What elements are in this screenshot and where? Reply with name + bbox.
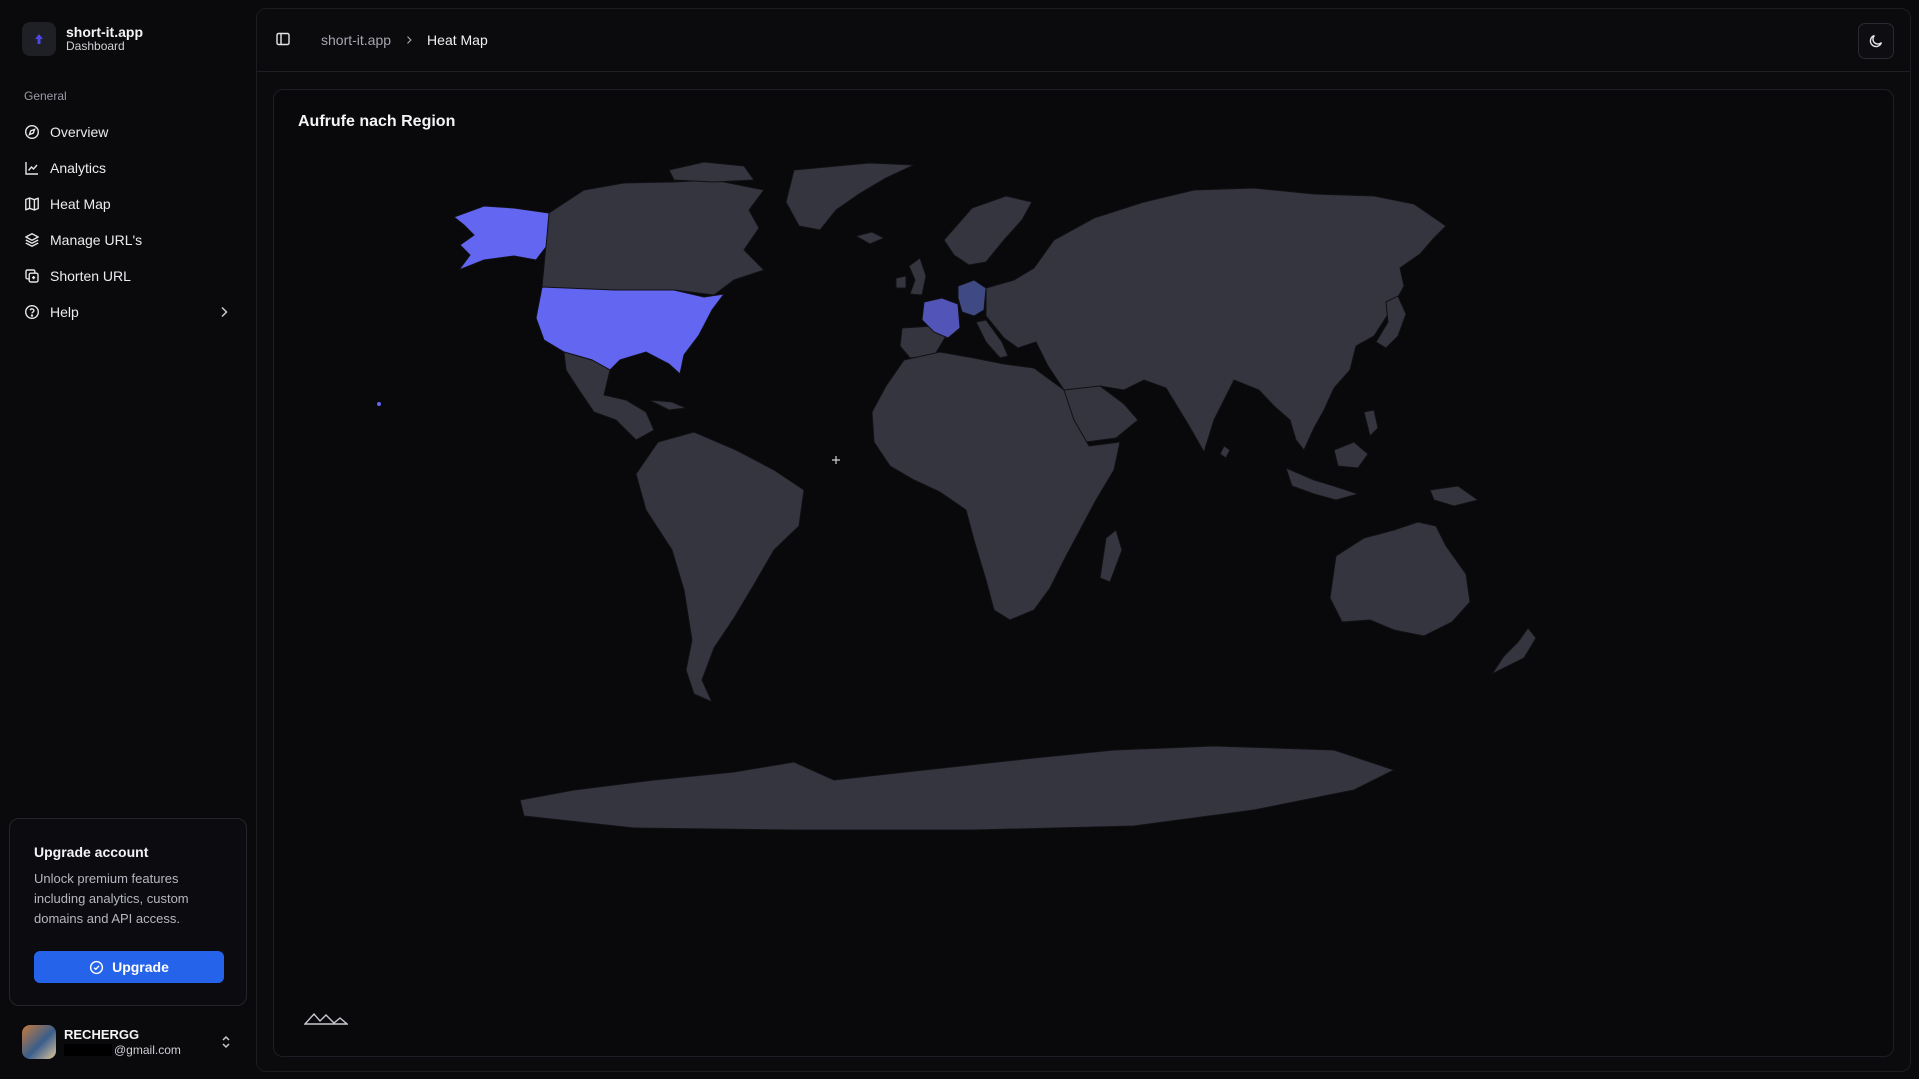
breadcrumb: short-it.app Heat Map — [321, 32, 488, 48]
sidebar-item-manage-urls[interactable]: Manage URL's — [16, 222, 240, 258]
region-madagascar — [1099, 529, 1123, 583]
arrow-up-icon — [22, 22, 56, 56]
email-redaction — [64, 1043, 112, 1056]
main-panel: short-it.app Heat Map Aufrufe nach Regio… — [256, 8, 1911, 1072]
region-hawaii — [377, 402, 381, 406]
sidebar-item-label: Shorten URL — [50, 268, 131, 284]
region-united-states — [535, 286, 726, 375]
sidebar-item-label: Heat Map — [50, 196, 111, 212]
heatmap-card: Aufrufe nach Region — [273, 89, 1894, 1057]
region-iceland — [854, 231, 886, 245]
sidebar-item-help[interactable]: Help — [16, 294, 240, 330]
region-canada — [541, 179, 765, 296]
region-philippines — [1363, 409, 1379, 437]
region-cuba — [648, 399, 688, 411]
nav-section-label: General — [24, 89, 67, 103]
sidebar-item-overview[interactable]: Overview — [16, 114, 240, 150]
sidebar-nav: Overview Analytics Heat Map Manage URL's… — [16, 114, 240, 330]
line-chart-icon — [25, 162, 38, 175]
breadcrumb-current: Heat Map — [427, 32, 488, 48]
region-indonesia — [1285, 467, 1360, 501]
copy-icon — [25, 269, 39, 283]
sidebar-item-label: Help — [50, 304, 79, 320]
layers-icon — [25, 233, 39, 247]
sidebar-item-shorten-url[interactable]: Shorten URL — [16, 258, 240, 294]
upgrade-button-label: Upgrade — [112, 959, 169, 975]
moon-icon — [1869, 34, 1883, 48]
region-south-america — [635, 431, 805, 703]
compass-icon — [24, 124, 40, 140]
region-arctic-islands — [668, 161, 755, 183]
chevrons-up-down-icon — [222, 1035, 230, 1049]
sidebar-item-label: Analytics — [50, 160, 107, 176]
crosshair-icon — [832, 456, 840, 464]
region-sri-lanka — [1219, 445, 1231, 459]
upgrade-description: Unlock premium features including analyt… — [34, 871, 189, 926]
region-germany — [957, 279, 987, 317]
region-greenland — [785, 162, 915, 231]
user-email: @gmail.com — [64, 1043, 181, 1057]
check-circle-icon — [89, 960, 104, 974]
user-email-suffix: @gmail.com — [114, 1042, 181, 1057]
chart-logo-icon — [304, 1012, 348, 1025]
sidebar: short-it.app Dashboard General Overview … — [0, 0, 256, 1079]
breadcrumb-root[interactable]: short-it.app — [321, 32, 391, 48]
avatar — [22, 1025, 56, 1059]
theme-toggle-button[interactable] — [1858, 23, 1894, 59]
upgrade-title: Upgrade account — [34, 844, 149, 860]
region-scandinavia — [943, 195, 1033, 266]
region-new-guinea — [1429, 485, 1480, 507]
brand-name: short-it.app — [66, 24, 143, 41]
panel-left-icon — [276, 32, 290, 46]
sidebar-item-label: Manage URL's — [50, 232, 143, 248]
region-ireland — [895, 275, 907, 289]
sidebar-item-heat-map[interactable]: Heat Map — [16, 186, 240, 222]
help-circle-icon — [24, 304, 40, 320]
region-antarctica — [519, 745, 1396, 831]
brand[interactable]: short-it.app Dashboard — [22, 22, 143, 56]
region-borneo — [1333, 441, 1369, 469]
user-name: RECHERGG — [64, 1027, 140, 1042]
sidebar-item-label: Overview — [50, 124, 109, 140]
region-alaska — [452, 205, 550, 272]
world-map[interactable] — [274, 90, 1894, 1057]
brand-subtitle: Dashboard — [66, 39, 125, 54]
chevron-right-icon — [221, 306, 228, 318]
upgrade-card: Upgrade account Unlock premium features … — [9, 818, 247, 1006]
sidebar-toggle-button[interactable] — [275, 31, 291, 52]
region-australia — [1329, 521, 1471, 637]
region-united-kingdom — [908, 257, 927, 296]
map-icon — [25, 197, 39, 211]
user-menu[interactable]: RECHERGG @gmail.com — [22, 1023, 234, 1061]
sidebar-item-analytics[interactable]: Analytics — [16, 150, 240, 186]
top-bar: short-it.app Heat Map — [257, 9, 1910, 72]
upgrade-button[interactable]: Upgrade — [34, 951, 224, 983]
chevron-right-icon — [407, 36, 412, 44]
region-new-zealand — [1490, 627, 1537, 676]
